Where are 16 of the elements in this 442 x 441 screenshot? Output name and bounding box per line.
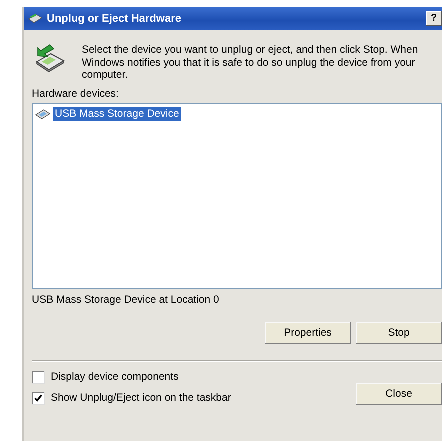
stop-button[interactable]: Stop (356, 322, 442, 344)
device-icon (35, 106, 51, 120)
checkbox[interactable] (32, 392, 45, 404)
checkbox-label: Display device components (51, 371, 179, 383)
close-button[interactable]: Close (356, 382, 442, 404)
checkbox[interactable] (32, 370, 45, 384)
help-button[interactable]: ? (426, 11, 442, 26)
device-list-item[interactable]: USB Mass Storage Device (53, 106, 182, 120)
properties-button[interactable]: Properties (265, 322, 351, 344)
device-location-text: USB Mass Storage Device at Location 0 (32, 294, 220, 306)
checkbox-label: Show Unplug/Eject icon on the taskbar (51, 392, 232, 404)
eject-hardware-icon (34, 42, 66, 74)
hardware-icon (28, 12, 44, 24)
list-label: Hardware devices: (32, 88, 120, 100)
instructions-text: Select the device you want to unplug or eject, and then click Stop. When Windows notifies you that it is safe to do so unplug the device from your computer. (82, 44, 420, 82)
window-title: Unplug or Eject Hardware (47, 12, 182, 24)
